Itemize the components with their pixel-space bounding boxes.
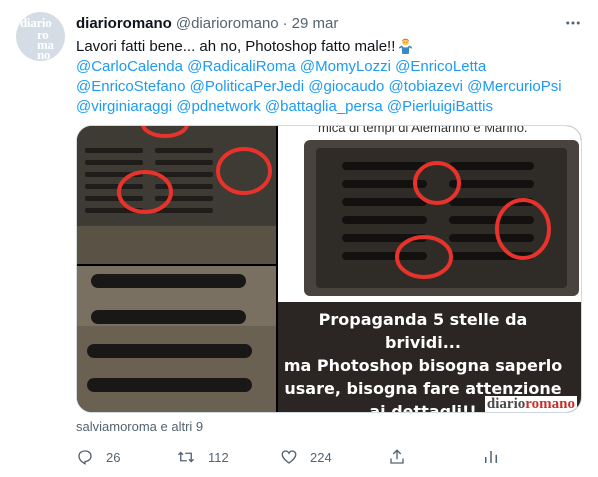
analytics-icon (485, 451, 497, 463)
mention-link[interactable]: @battaglia_persa (265, 98, 383, 115)
like-count: 224 (310, 449, 332, 465)
meme-overlay-box: Propaganda 5 stelle da brividi... ma Pho… (278, 302, 581, 412)
like-button[interactable]: 224 (280, 445, 332, 469)
avatar[interactable]: diario ro ma no (16, 12, 65, 61)
tweet-header: diarioromano @diarioromano · 29 mar (76, 13, 338, 33)
watermark: diarioromano (484, 396, 577, 412)
mention-link[interactable]: @giocaudo (308, 78, 384, 95)
tweet-text: Lavori fatti bene... ah no, Photoshop fa… (76, 37, 576, 117)
media-photo-grate-left[interactable] (77, 126, 276, 264)
mention-link[interactable]: @PierluigiBattis (387, 98, 493, 115)
share-icon (390, 449, 404, 464)
tweet-text-main: Lavori fatti bene... ah no, Photoshop fa… (76, 38, 396, 55)
display-name[interactable]: diarioromano (76, 15, 172, 32)
mention-link[interactable]: @RadicaliRoma (187, 58, 296, 75)
mention-link[interactable]: @MomyLozzi (300, 58, 391, 75)
mention-link[interactable]: @pdnetwork (176, 98, 260, 115)
mention-link[interactable]: @PoliticaPerJedi (190, 78, 304, 95)
tweet-card[interactable]: diario ro ma no diarioromano @diarioroma… (0, 0, 598, 477)
media-meme-panel[interactable]: mica di tempi di Alemanno e Marino. Prop… (278, 126, 581, 412)
tagged-users[interactable]: salviamoroma e altri 9 (76, 419, 203, 434)
mention-link[interactable]: @tobiazevi (389, 78, 463, 95)
mention-link[interactable]: @virginiaraggi (76, 98, 172, 115)
man-shrugging-emoji (399, 38, 413, 54)
retweet-count: 112 (208, 449, 229, 465)
more-button[interactable] (562, 12, 584, 34)
tweet-media[interactable]: mica di tempi di Alemanno e Marino. Prop… (76, 125, 582, 413)
share-button[interactable] (388, 445, 406, 469)
retweet-button[interactable]: 112 (176, 445, 229, 469)
reply-icon (78, 450, 92, 465)
analytics-button[interactable] (482, 445, 500, 469)
meme-overlay-line: Propaganda 5 stelle da brividi... (318, 310, 528, 352)
retweet-icon (178, 451, 194, 463)
mention-link[interactable]: @CarloCalenda (76, 58, 183, 75)
mention-link[interactable]: @MercurioPsi (467, 78, 561, 95)
meme-caption-fragment: mica di tempi di Alemanno e Marino. (318, 126, 528, 135)
mention-link[interactable]: @EnricoLetta (395, 58, 486, 75)
user-handle[interactable]: @diarioromano (176, 15, 279, 32)
separator-dot: · (282, 14, 288, 32)
action-bar: 26 112 224 (76, 445, 506, 469)
media-photo-blurred[interactable] (77, 266, 276, 412)
reply-count: 26 (106, 449, 121, 465)
more-icon (566, 21, 580, 25)
meme-overlay-line: ma Photoshop bisogna saperlo (283, 356, 563, 375)
mention-link[interactable]: @EnricoStefano (76, 78, 185, 95)
like-icon (281, 450, 297, 464)
tweet-date[interactable]: 29 mar (292, 15, 339, 32)
reply-button[interactable]: 26 (76, 445, 120, 469)
